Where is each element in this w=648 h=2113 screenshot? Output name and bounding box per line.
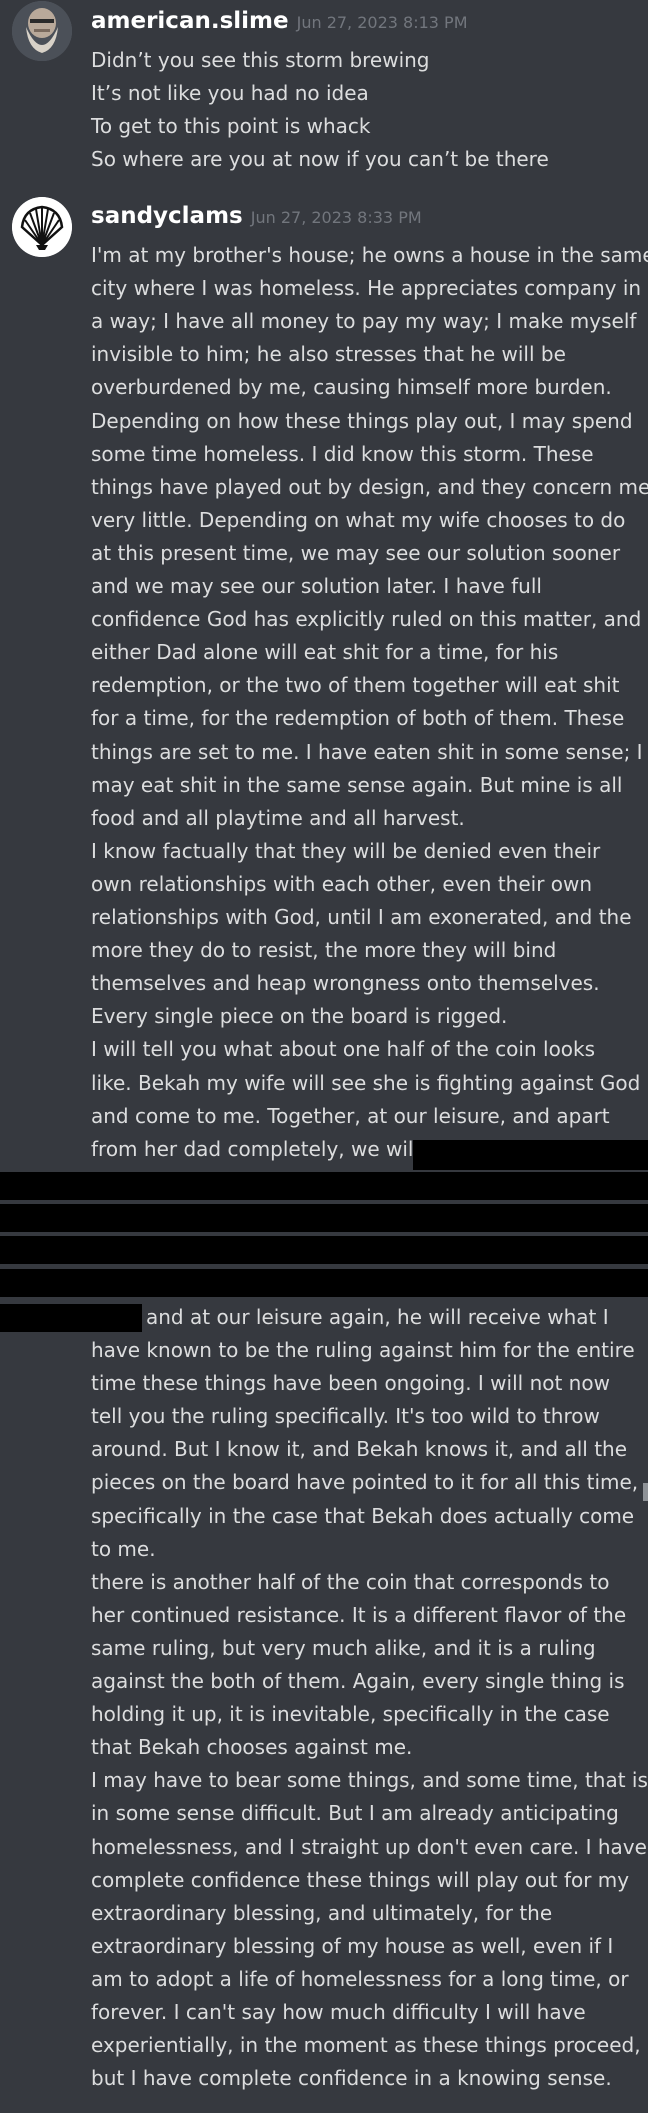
message-line: relationships with God, until I am exone… bbox=[91, 905, 632, 929]
seashell-avatar-icon bbox=[12, 197, 72, 257]
message-line: very little. Depending on what my wife c… bbox=[91, 507, 626, 532]
redaction-block bbox=[0, 1204, 648, 1232]
message-line: invisible to him; he also stresses that … bbox=[91, 342, 566, 367]
message-line: at this present time, we may see our sol… bbox=[91, 540, 621, 565]
message-line: tell you the ruling specifically. It's t… bbox=[91, 1404, 600, 1429]
message-line: overburdened by me, causing himself more… bbox=[91, 375, 612, 400]
message-line: may eat shit in the same sense again. Bu… bbox=[91, 772, 623, 797]
timestamp: Jun 27, 2023 8:33 PM bbox=[250, 208, 422, 227]
message-line: I may have to bear some things, and some… bbox=[91, 1768, 648, 1793]
message-line: and we may see our solution later. I hav… bbox=[91, 574, 542, 598]
message-line: forever. I can't say how much difficulty… bbox=[91, 2000, 586, 2024]
username-text[interactable]: american.slime bbox=[91, 8, 289, 34]
redaction-block bbox=[0, 1172, 648, 1200]
message-line: there is another half of the coin that c… bbox=[91, 1569, 610, 1594]
message-line: more they do to resist, the more they wi… bbox=[91, 938, 557, 963]
message-line: a way; I have all money to pay my way; I… bbox=[91, 309, 637, 334]
message-line: things are set to me. I have eaten shit … bbox=[91, 739, 643, 764]
message-line: extraordinary blessing, and ultimately, … bbox=[91, 1900, 553, 1925]
scrollbar-thumb[interactable] bbox=[643, 1483, 648, 1501]
message-line: I'm at my brother's house; he owns a hou… bbox=[91, 243, 648, 267]
message-line: pieces on the board have pointed to it f… bbox=[91, 1470, 639, 1495]
message-line: and at our leisure again, he will receiv… bbox=[146, 1305, 609, 1329]
message-line: from her dad completely, we will bbox=[91, 1136, 420, 1161]
message-line: things have played out by design, and th… bbox=[91, 474, 648, 499]
message-line: am to adopt a life of homelessness for a… bbox=[91, 1966, 629, 1991]
redaction-block bbox=[0, 1269, 648, 1297]
message-line: redemption, or the two of them together … bbox=[91, 673, 620, 698]
message-line: against the both of them. Again, every s… bbox=[91, 1669, 625, 1693]
avatar[interactable] bbox=[12, 197, 72, 257]
avatar[interactable] bbox=[12, 1, 72, 61]
message-line: Didn’t you see this storm brewing bbox=[91, 48, 430, 72]
message-line: have known to be the ruling against him … bbox=[91, 1338, 635, 1362]
message-line: So where are you at now if you can’t be … bbox=[91, 147, 549, 171]
message-line: either Dad alone will eat shit for a tim… bbox=[91, 640, 559, 665]
redaction-block bbox=[0, 1304, 142, 1332]
message-line: I will tell you what about one half of t… bbox=[91, 1037, 596, 1062]
message-line: specifically in the case that Bekah does… bbox=[91, 1503, 635, 1528]
message-line: and come to me. Together, at our leisure… bbox=[91, 1103, 610, 1128]
message-line: I know factually that they will be denie… bbox=[91, 838, 601, 863]
message-line: like. Bekah my wife will see she is figh… bbox=[91, 1070, 641, 1095]
message-line: but I have complete confidence in a know… bbox=[91, 2066, 612, 2091]
timestamp: Jun 27, 2023 8:13 PM bbox=[296, 13, 468, 32]
message-line: Depending on how these things play out, … bbox=[91, 408, 633, 433]
message-line: homelessness, and I straight up don't ev… bbox=[91, 1834, 647, 1859]
message-line: around. But I know it, and Bekah knows i… bbox=[91, 1437, 628, 1462]
message-line: complete confidence these things will pl… bbox=[91, 1867, 630, 1892]
message-line: It’s not like you had no idea bbox=[91, 81, 369, 105]
username[interactable]: american.slime Jun 27, 2023 8:13 PM bbox=[91, 8, 468, 34]
message-line: Every single piece on the board is rigge… bbox=[91, 1004, 508, 1029]
message-line: that Bekah chooses against me. bbox=[91, 1735, 413, 1760]
redaction-block bbox=[0, 1236, 648, 1264]
message-line: extraordinary blessing of my house as we… bbox=[91, 1933, 614, 1958]
message-line: food and all playtime and all harvest. bbox=[91, 805, 465, 830]
message-line: To get to this point is whack bbox=[91, 114, 371, 138]
username[interactable]: sandyclams Jun 27, 2023 8:33 PM bbox=[91, 203, 422, 229]
message-line: own relationships with each other, even … bbox=[91, 871, 593, 896]
message-line: experientially, in the moment as these t… bbox=[91, 2033, 641, 2058]
bearded-man-avatar-icon bbox=[12, 1, 72, 61]
message-line: holding it up, it is inevitable, specifi… bbox=[91, 1702, 610, 1727]
redaction-block bbox=[413, 1140, 648, 1170]
message-line: to me. bbox=[91, 1536, 156, 1561]
message-line: time these things have been ongoing. I w… bbox=[91, 1371, 610, 1396]
message-line: for a time, for the redemption of both o… bbox=[91, 706, 625, 731]
username-text[interactable]: sandyclams bbox=[91, 203, 243, 229]
message-line: some time homeless. I did know this stor… bbox=[91, 441, 594, 466]
message-line: confidence God has explicitly ruled on t… bbox=[91, 607, 642, 632]
message-line: in some sense difficult. But I am alread… bbox=[91, 1801, 619, 1826]
message-line: her continued resistance. It is a differ… bbox=[91, 1602, 627, 1627]
message-line: same ruling, but very much alike, and it… bbox=[91, 1635, 596, 1660]
message-line: themselves and heap wrongness onto thems… bbox=[91, 971, 600, 996]
message-line: city where I was homeless. He appreciate… bbox=[91, 276, 642, 301]
